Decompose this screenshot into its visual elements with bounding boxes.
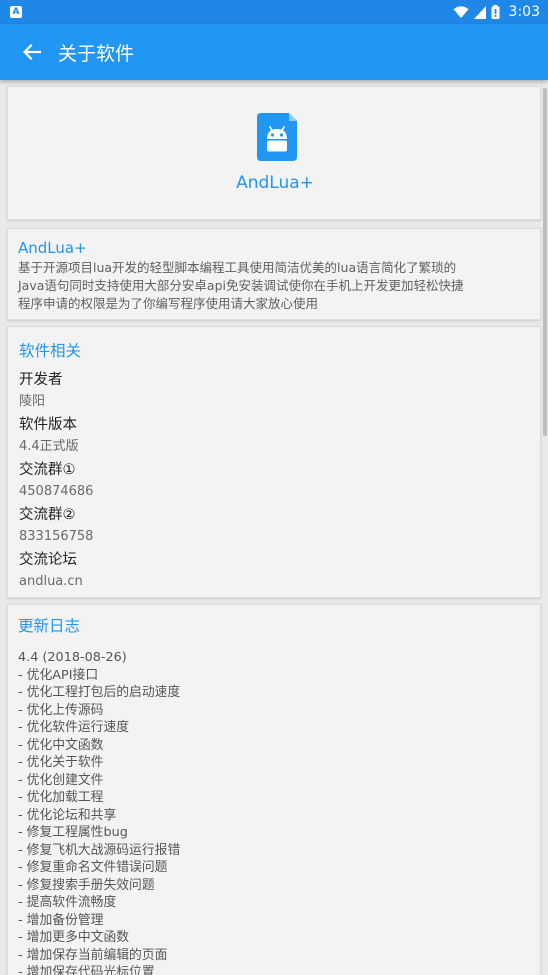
- info-value: andlua.cn: [19, 574, 83, 589]
- changelog-title: 更新日志: [18, 617, 81, 635]
- changelog-list: 4.4 (2018-08-26) - 优化API接口 - 优化工程打包后的启动速度 -…: [18, 649, 530, 975]
- changelog-line: - 优化上传源码: [18, 702, 104, 718]
- info-value: 450874686: [19, 484, 94, 499]
- info-value: 4.4正式版: [19, 439, 79, 454]
- description-text: 基于开源项目lua开发的轻型脚本编程工具使用简洁优美的lua语言简化了繁琐的 J…: [18, 259, 530, 313]
- changelog-line: - 优化工程打包后的启动速度: [18, 685, 181, 700]
- changelog-line: 4.4 (2018-08-26): [18, 650, 127, 665]
- changelog-line: - 优化创建文件: [18, 772, 104, 788]
- info-value: 陵阳: [19, 394, 46, 409]
- status-bar: A 3:03: [0, 0, 548, 24]
- changelog-line: - 优化软件运行速度: [18, 720, 130, 735]
- changelog-line: - 优化中文函数: [18, 737, 104, 753]
- changelog-line: - 优化论坛和共享: [18, 807, 117, 823]
- status-icons: 3:03: [453, 4, 540, 20]
- changelog-line: - 修复飞机大战源码运行报错: [18, 842, 181, 858]
- info-label: 交流论坛: [19, 552, 77, 568]
- info-label: 交流群①: [19, 462, 76, 478]
- signal-icon: [473, 5, 486, 19]
- description-line: 基于开源项目lua开发的轻型脚本编程工具使用简洁优美的lua语言简化了繁琐的: [18, 260, 457, 275]
- info-item-version[interactable]: 软件版本 4.4正式版: [19, 414, 529, 459]
- info-label: 交流群②: [19, 507, 76, 523]
- changelog-line: - 提高软件流畅度: [18, 895, 117, 910]
- changelog-line: - 优化关于软件: [18, 755, 104, 770]
- back-button[interactable]: [12, 32, 52, 72]
- changelog-line: - 优化API接口: [18, 667, 99, 683]
- arrow-left-icon: [23, 44, 41, 60]
- battery-icon: [491, 5, 500, 19]
- page-title: 关于软件: [58, 42, 135, 65]
- changelog-line: - 优化加载工程: [18, 790, 104, 805]
- info-item-developer[interactable]: 开发者 陵阳: [19, 369, 529, 414]
- changelog-card: 更新日志 4.4 (2018-08-26) - 优化API接口 - 优化工程打包后的…: [7, 604, 541, 975]
- wifi-icon: [453, 5, 469, 18]
- info-item-group-2[interactable]: 交流群② 833156758: [19, 504, 529, 549]
- changelog-line: - 修复搜索手册失效问题: [18, 877, 155, 893]
- description-line: 程序申请的权限是为了你编写程序使用请大家放心使用: [18, 296, 319, 311]
- changelog-line: - 修复工程属性bug: [18, 825, 128, 840]
- status-time: 3:03: [508, 4, 540, 20]
- info-item-group-1[interactable]: 交流群① 450874686: [19, 459, 529, 504]
- info-item-forum[interactable]: 交流论坛 andlua.cn: [19, 549, 529, 594]
- app-logo: [251, 113, 299, 161]
- description-card: AndLua+ 基于开源项目lua开发的轻型脚本编程工具使用简洁优美的lua语言…: [7, 228, 541, 320]
- info-value: 833156758: [19, 529, 94, 544]
- changelog-line: - 增加备份管理: [18, 912, 104, 928]
- info-label: 开发者: [19, 372, 63, 388]
- android-file-icon: [257, 113, 297, 161]
- changelog-line: - 增加保存当前编辑的页面: [18, 947, 168, 963]
- changelog-line: - 增加更多中文函数: [18, 930, 130, 945]
- description-line: Java语句同时支持使用大部分安卓api免安装调试使你在手机上开发更加轻松快捷: [18, 278, 464, 293]
- software-info-title: 软件相关: [19, 342, 82, 360]
- description-title: AndLua+: [18, 239, 87, 257]
- changelog-line: - 增加保存代码光标位置: [18, 965, 155, 975]
- app-name: AndLua+: [236, 173, 314, 193]
- info-label: 软件版本: [19, 417, 77, 433]
- app-bar: 关于软件: [0, 24, 548, 80]
- changelog-line: - 修复重命名文件错误问题: [18, 860, 168, 875]
- notification-app-icon: A: [10, 6, 22, 18]
- app-logo-card: AndLua+: [7, 86, 541, 220]
- software-info-card: 软件相关 开发者 陵阳 软件版本 4.4正式版 交流群① 450874686 交…: [7, 326, 541, 598]
- scrollbar[interactable]: [543, 88, 547, 436]
